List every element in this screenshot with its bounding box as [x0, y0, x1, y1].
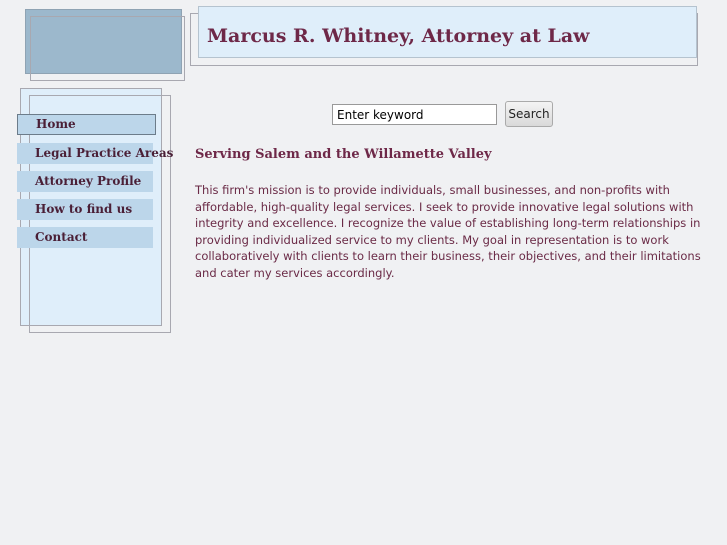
search-button[interactable]: Search: [505, 101, 553, 127]
mission-statement: This firm's mission is to provide indivi…: [195, 183, 701, 280]
nav-item-contact[interactable]: Contact: [17, 227, 153, 248]
nav-item-how-to-find-us[interactable]: How to find us: [17, 199, 153, 220]
nav-item-attorney-profile[interactable]: Attorney Profile: [17, 171, 153, 192]
logo-outline: [30, 16, 185, 81]
nav-item-home[interactable]: Home: [17, 114, 156, 135]
page-heading: Serving Salem and the Willamette Valley: [195, 147, 492, 162]
nav-item-legal-practice-areas[interactable]: Legal Practice Areas: [17, 143, 173, 164]
header-banner: Marcus R. Whitney, Attorney at Law: [198, 6, 697, 58]
site-title: Marcus R. Whitney, Attorney at Law: [207, 25, 590, 47]
search-input[interactable]: [332, 104, 497, 125]
